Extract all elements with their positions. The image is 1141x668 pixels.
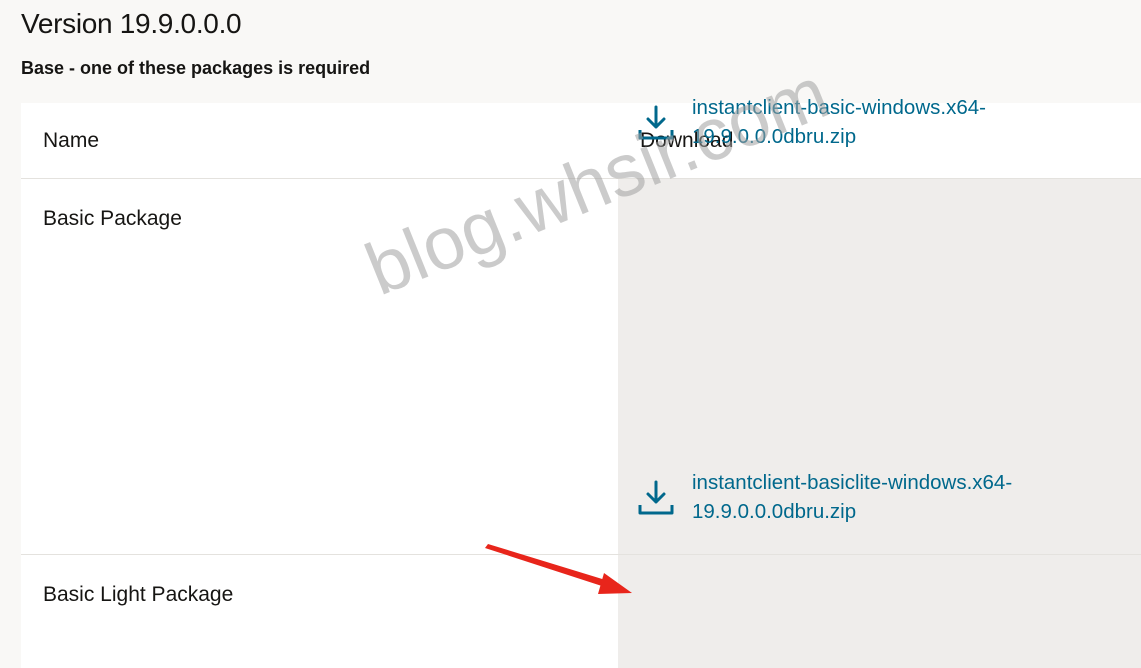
download-icon <box>638 480 674 515</box>
download-link-basic[interactable]: instantclient-basic-windows.x64-19.9.0.0… <box>637 93 1032 151</box>
column-header-name: Name <box>43 129 100 152</box>
download-link-text[interactable]: instantclient-basiclite-windows.x64-19.9… <box>692 468 1032 526</box>
row-name-basic-light-package: Basic Light Package <box>43 583 234 606</box>
header-divider <box>21 178 1141 179</box>
row-name-basic-package: Basic Package <box>43 207 182 230</box>
download-column-background <box>618 179 1141 668</box>
version-title: Version 19.9.0.0.0 <box>21 8 242 39</box>
section-subtitle: Base - one of these packages is required <box>21 58 371 78</box>
download-icon <box>638 105 674 140</box>
page: Version 19.9.0.0.0 Base - one of these p… <box>0 0 1141 668</box>
download-link-basiclite[interactable]: instantclient-basiclite-windows.x64-19.9… <box>637 468 1032 526</box>
packages-table: Name Download Basic Package Basic Light … <box>21 103 1141 668</box>
row-divider <box>21 554 1141 555</box>
download-link-text[interactable]: instantclient-basic-windows.x64-19.9.0.0… <box>692 93 1032 151</box>
